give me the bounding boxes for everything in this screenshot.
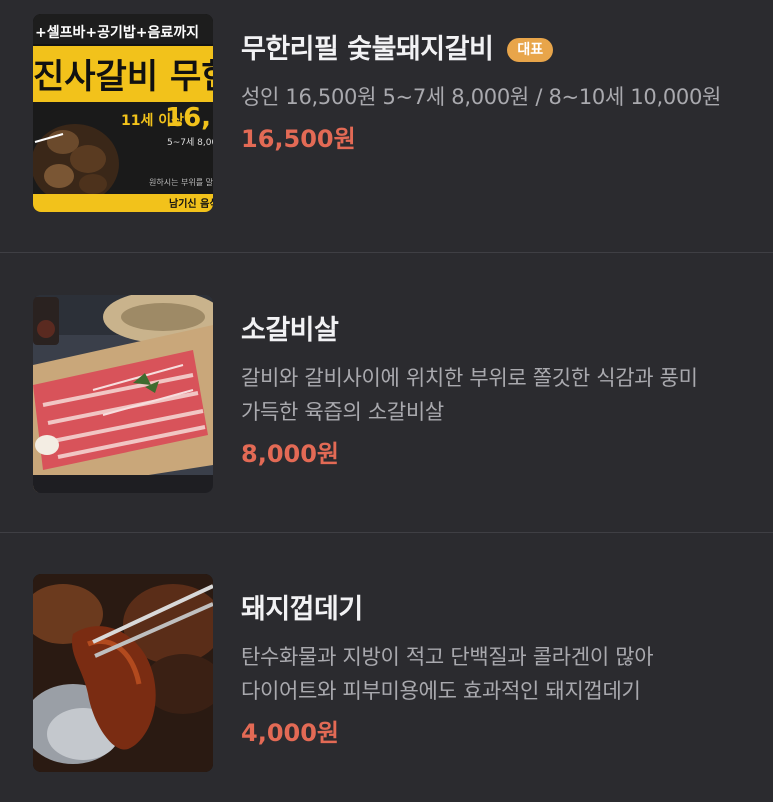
menu-item-photo	[33, 295, 213, 493]
menu-list: +셀프바+공기밥+음료까지 진사갈비 무한 11세 이상 16,5 5~7세 8…	[0, 0, 773, 802]
menu-item[interactable]: 소갈비살 갈비와 갈비사이에 위치한 부위로 쫄깃한 식감과 풍미 가득한 육즙…	[0, 253, 773, 533]
menu-item-info: 무한리필 숯불돼지갈비 대표 성인 16,500원 5~7세 8,000원 / …	[241, 14, 741, 154]
signature-badge: 대표	[507, 38, 554, 62]
menu-item-description: 성인 16,500원 5~7세 8,000원 / 8~10세 10,000원	[241, 85, 722, 109]
menu-item-name: 돼지껍데기	[241, 594, 363, 625]
menu-item-info: 소갈비살 갈비와 갈비사이에 위치한 부위로 쫄깃한 식감과 풍미 가득한 육즙…	[241, 295, 741, 469]
menu-item-price: 8,000원	[241, 440, 339, 468]
menu-item[interactable]: 돼지껍데기 탄수화물과 지방이 적고 단백질과 콜라겐이 많아 다이어트와 피부…	[0, 533, 773, 802]
pork-galbi-banner-image: +셀프바+공기밥+음료까지 진사갈비 무한 11세 이상 16,5 5~7세 8…	[33, 14, 213, 212]
banner-top-text: +셀프바+공기밥+음료까지	[35, 24, 199, 41]
menu-item-description: 갈비와 갈비사이에 위치한 부위로 쫄깃한 식감과 풍미 가득한 육즙의 소갈비…	[241, 366, 698, 424]
menu-item-info: 돼지껍데기 탄수화물과 지방이 적고 단백질과 콜라겐이 많아 다이어트와 피부…	[241, 574, 741, 748]
banner-footer-text: 남기신 음식	[169, 197, 213, 210]
menu-item-name: 소갈비살	[241, 315, 339, 346]
menu-item-price: 16,500원	[241, 125, 356, 153]
menu-item-photo	[33, 574, 213, 772]
banner-headline-text: 진사갈비 무한	[33, 57, 213, 97]
menu-item-price: 4,000원	[241, 719, 339, 747]
menu-item-photo: +셀프바+공기밥+음료까지 진사갈비 무한 11세 이상 16,5 5~7세 8…	[33, 14, 213, 212]
menu-item-name: 무한리필 숯불돼지갈비	[241, 34, 494, 65]
banner-small-price: 5~7세 8,000	[167, 137, 213, 148]
menu-item-title-row: 소갈비살	[241, 313, 741, 349]
menu-item-title-row: 무한리필 숯불돼지갈비 대표	[241, 32, 741, 68]
beef-rib-meat-image	[33, 295, 213, 493]
menu-item-title-row: 돼지껍데기	[241, 592, 741, 628]
pork-skin-image	[33, 574, 213, 772]
banner-big-price: 16,5	[165, 103, 213, 133]
menu-item-description: 탄수화물과 지방이 적고 단백질과 콜라겐이 많아 다이어트와 피부미용에도 효…	[241, 645, 654, 703]
banner-note-text: 원하시는 부위를 말씀	[149, 177, 213, 187]
menu-item[interactable]: +셀프바+공기밥+음료까지 진사갈비 무한 11세 이상 16,5 5~7세 8…	[0, 0, 773, 253]
